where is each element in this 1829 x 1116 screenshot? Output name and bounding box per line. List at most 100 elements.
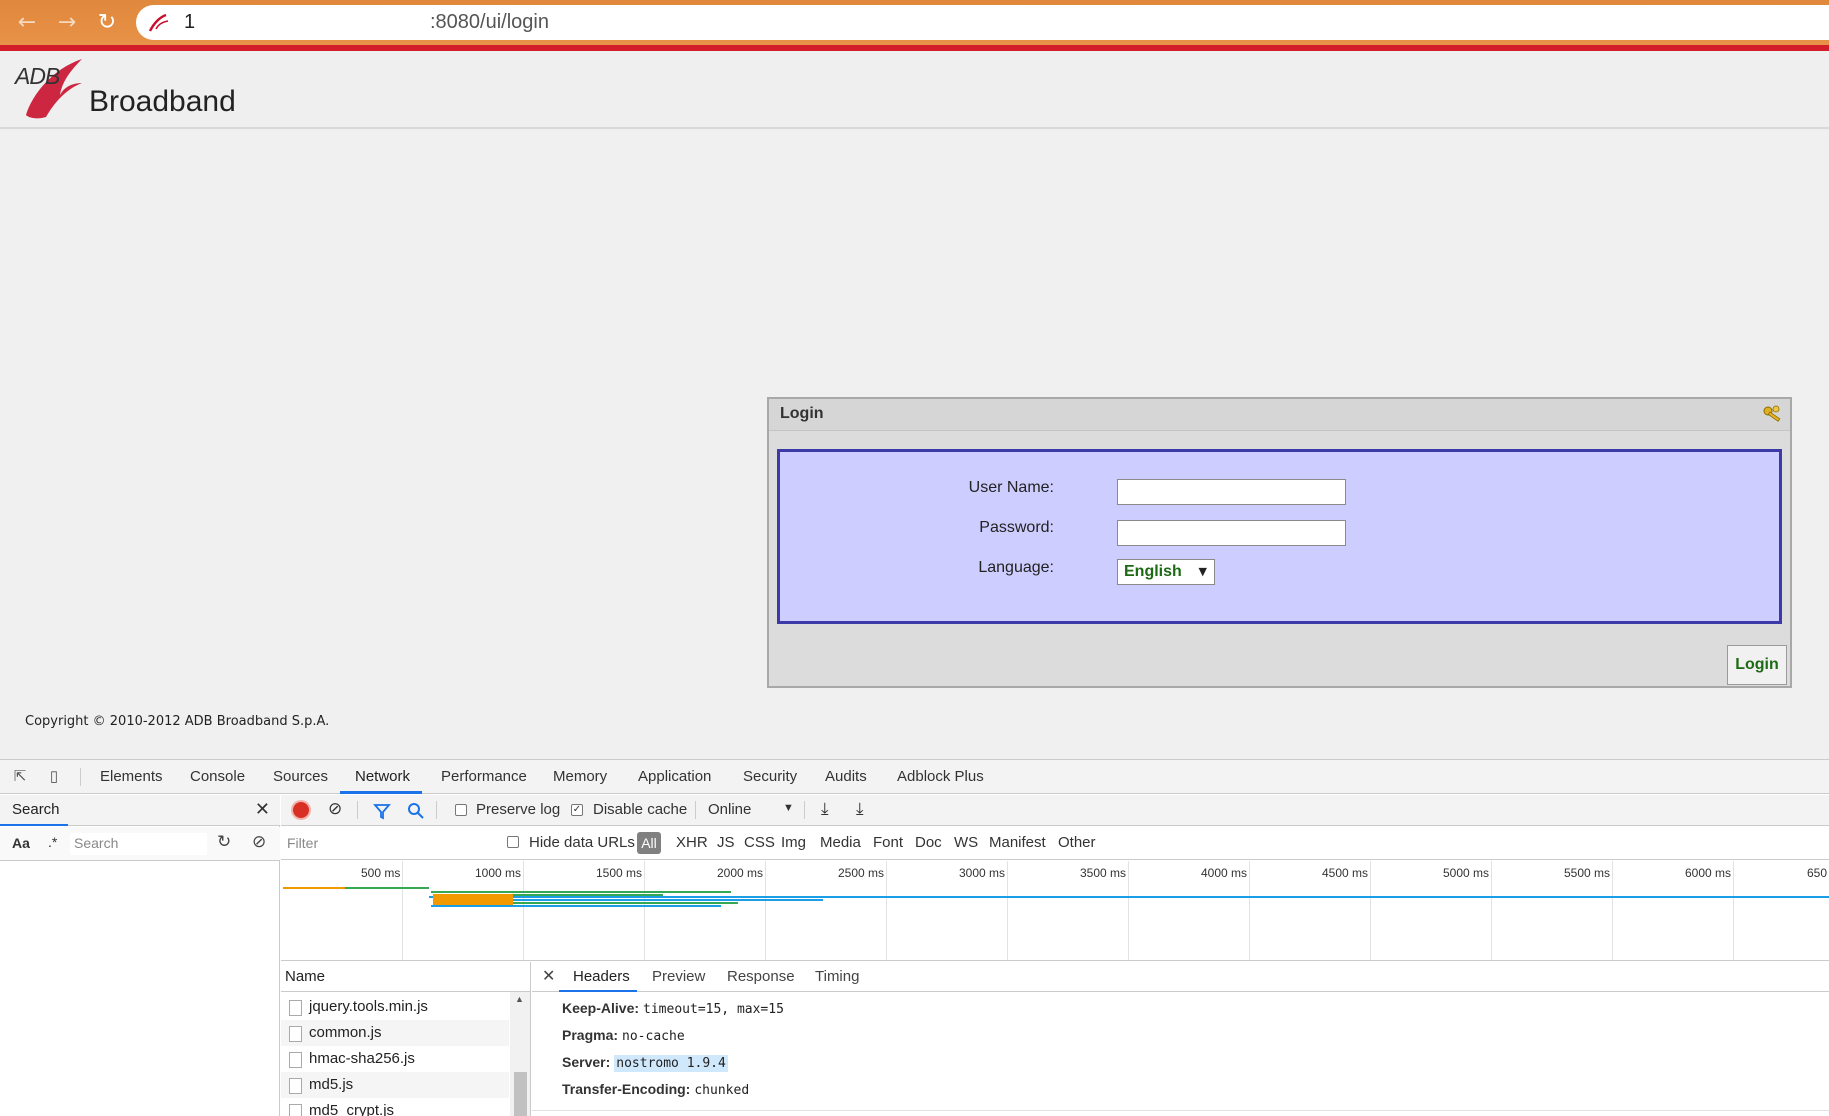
header-key: Pragma: [562,1027,619,1043]
tab-memory[interactable]: Memory [553,768,607,785]
search-header: Search ✕ [0,795,280,826]
preserve-log-checkbox[interactable] [455,804,467,816]
throttling-select[interactable]: Online [708,801,751,818]
tab-preview[interactable]: Preview [652,968,705,985]
address-bar[interactable]: 1 :8080/ui/login [136,5,1829,40]
request-name: hmac-sha256.js [309,1050,415,1067]
dropdown-arrow-icon[interactable]: ▼ [783,802,794,814]
timeline-gridline [644,861,645,960]
filter-type-ws[interactable]: WS [954,834,978,851]
devtools-tabbar: ⇱ ▯ Elements Console Sources Network Per… [0,760,1829,794]
timeline-bar [513,894,663,896]
filter-type-all[interactable]: All [637,832,661,854]
clear-log-icon[interactable]: ⊘ [328,799,342,819]
file-icon [289,1104,302,1116]
disable-cache-checkbox[interactable]: ✓ [571,804,583,816]
header-value: chunked [694,1083,750,1098]
tab-timing[interactable]: Timing [815,968,859,985]
active-tab-indicator [559,990,637,992]
tab-elements[interactable]: Elements [100,768,163,785]
logo-broadband-text: Broadband [89,85,236,118]
separator [436,801,437,819]
scrollbar-thumb[interactable] [514,1072,527,1116]
forward-arrow-icon[interactable]: → [52,8,82,38]
request-row[interactable]: common.js [281,1020,509,1046]
timeline-gridline [523,861,524,960]
language-select-value: English [1124,563,1182,580]
record-icon[interactable] [293,802,309,818]
timeline-gridline [1128,861,1129,960]
import-har-icon[interactable]: ⤓ [821,799,829,819]
request-list-scrollbar[interactable]: ▲ [510,992,530,1116]
filter-input[interactable]: Filter [287,833,469,855]
filter-type-other[interactable]: Other [1058,834,1096,851]
network-timeline-overview[interactable]: 500 ms 1000 ms 1500 ms 2000 ms 2500 ms 3… [281,861,1829,961]
username-input[interactable] [1117,479,1346,505]
tab-console[interactable]: Console [190,768,245,785]
divider [532,1110,1829,1111]
search-tab-indicator [0,824,68,826]
site-favicon-icon [148,13,169,32]
export-har-icon[interactable]: ⤓ [856,799,864,819]
filter-type-img[interactable]: Img [781,834,806,851]
copyright-text: Copyright © 2010-2012 ADB Broadband S.p.… [25,714,330,729]
url-text: :8080/ui/login [430,11,549,33]
active-tab-indicator [340,791,422,794]
search-icon[interactable] [407,802,425,820]
filter-type-media[interactable]: Media [820,834,861,851]
request-row[interactable]: md5_crypt.js [281,1098,509,1116]
tab-headers[interactable]: Headers [573,968,630,985]
scroll-up-arrow-icon[interactable]: ▲ [515,994,524,1004]
filter-type-js[interactable]: JS [717,834,735,851]
filter-type-css[interactable]: CSS [744,834,775,851]
search-input[interactable]: Search [70,833,207,855]
filter-type-doc[interactable]: Doc [915,834,942,851]
hide-data-urls-checkbox[interactable] [507,836,519,848]
timeline-gridline [1249,861,1250,960]
language-select[interactable]: English ▼ [1117,559,1215,585]
refresh-icon[interactable]: ↻ [217,832,231,852]
request-row[interactable]: hmac-sha256.js [281,1046,509,1072]
hide-data-urls-label: Hide data URLs [529,834,635,851]
timeline-gridline [886,861,887,960]
filter-type-manifest[interactable]: Manifest [989,834,1046,851]
filter-icon[interactable] [373,802,391,820]
filter-type-xhr[interactable]: XHR [676,834,708,851]
header-key: Server: [562,1054,611,1070]
tab-security[interactable]: Security [743,768,797,785]
request-row[interactable]: md5.js [281,1072,509,1098]
tab-response[interactable]: Response [727,968,795,985]
timeline-tick: 1500 ms [596,866,643,880]
dropdown-arrow-icon: ▼ [1198,565,1207,578]
match-case-toggle[interactable]: Aa [12,835,30,851]
tab-audits[interactable]: Audits [825,768,867,785]
request-row[interactable]: jquery.tools.min.js [281,994,509,1020]
timeline-tick: 6000 ms [1685,866,1732,880]
inspect-element-icon[interactable]: ⇱ [10,767,30,787]
reload-icon[interactable]: ↻ [92,8,122,38]
tab-performance[interactable]: Performance [441,768,527,785]
header-row: Pragma: no-cache [562,1027,685,1044]
adb-logo: ADB Broadband [12,55,252,127]
clear-icon[interactable]: ⊘ [252,832,266,852]
tab-application[interactable]: Application [638,768,711,785]
file-icon [289,1026,302,1042]
tab-sources[interactable]: Sources [273,768,328,785]
tab-network[interactable]: Network [355,768,410,785]
close-icon[interactable]: ✕ [542,966,555,986]
regex-toggle[interactable]: .* [48,834,57,850]
login-button[interactable]: Login [1727,645,1787,685]
back-arrow-icon[interactable]: ← [12,8,42,38]
timeline-gridline [1612,861,1613,960]
key-icon [1763,405,1781,422]
password-input[interactable] [1117,520,1346,546]
request-name: jquery.tools.min.js [309,998,428,1015]
tab-adblock-plus[interactable]: Adblock Plus [897,768,984,785]
name-column-header[interactable]: Name [281,962,531,992]
filter-type-font[interactable]: Font [873,834,903,851]
search-pane-title[interactable]: Search [12,801,60,818]
close-icon[interactable]: ✕ [255,799,270,820]
preserve-log-label: Preserve log [476,801,561,818]
device-toolbar-icon[interactable]: ▯ [44,767,64,787]
timeline-gridline [1370,861,1371,960]
